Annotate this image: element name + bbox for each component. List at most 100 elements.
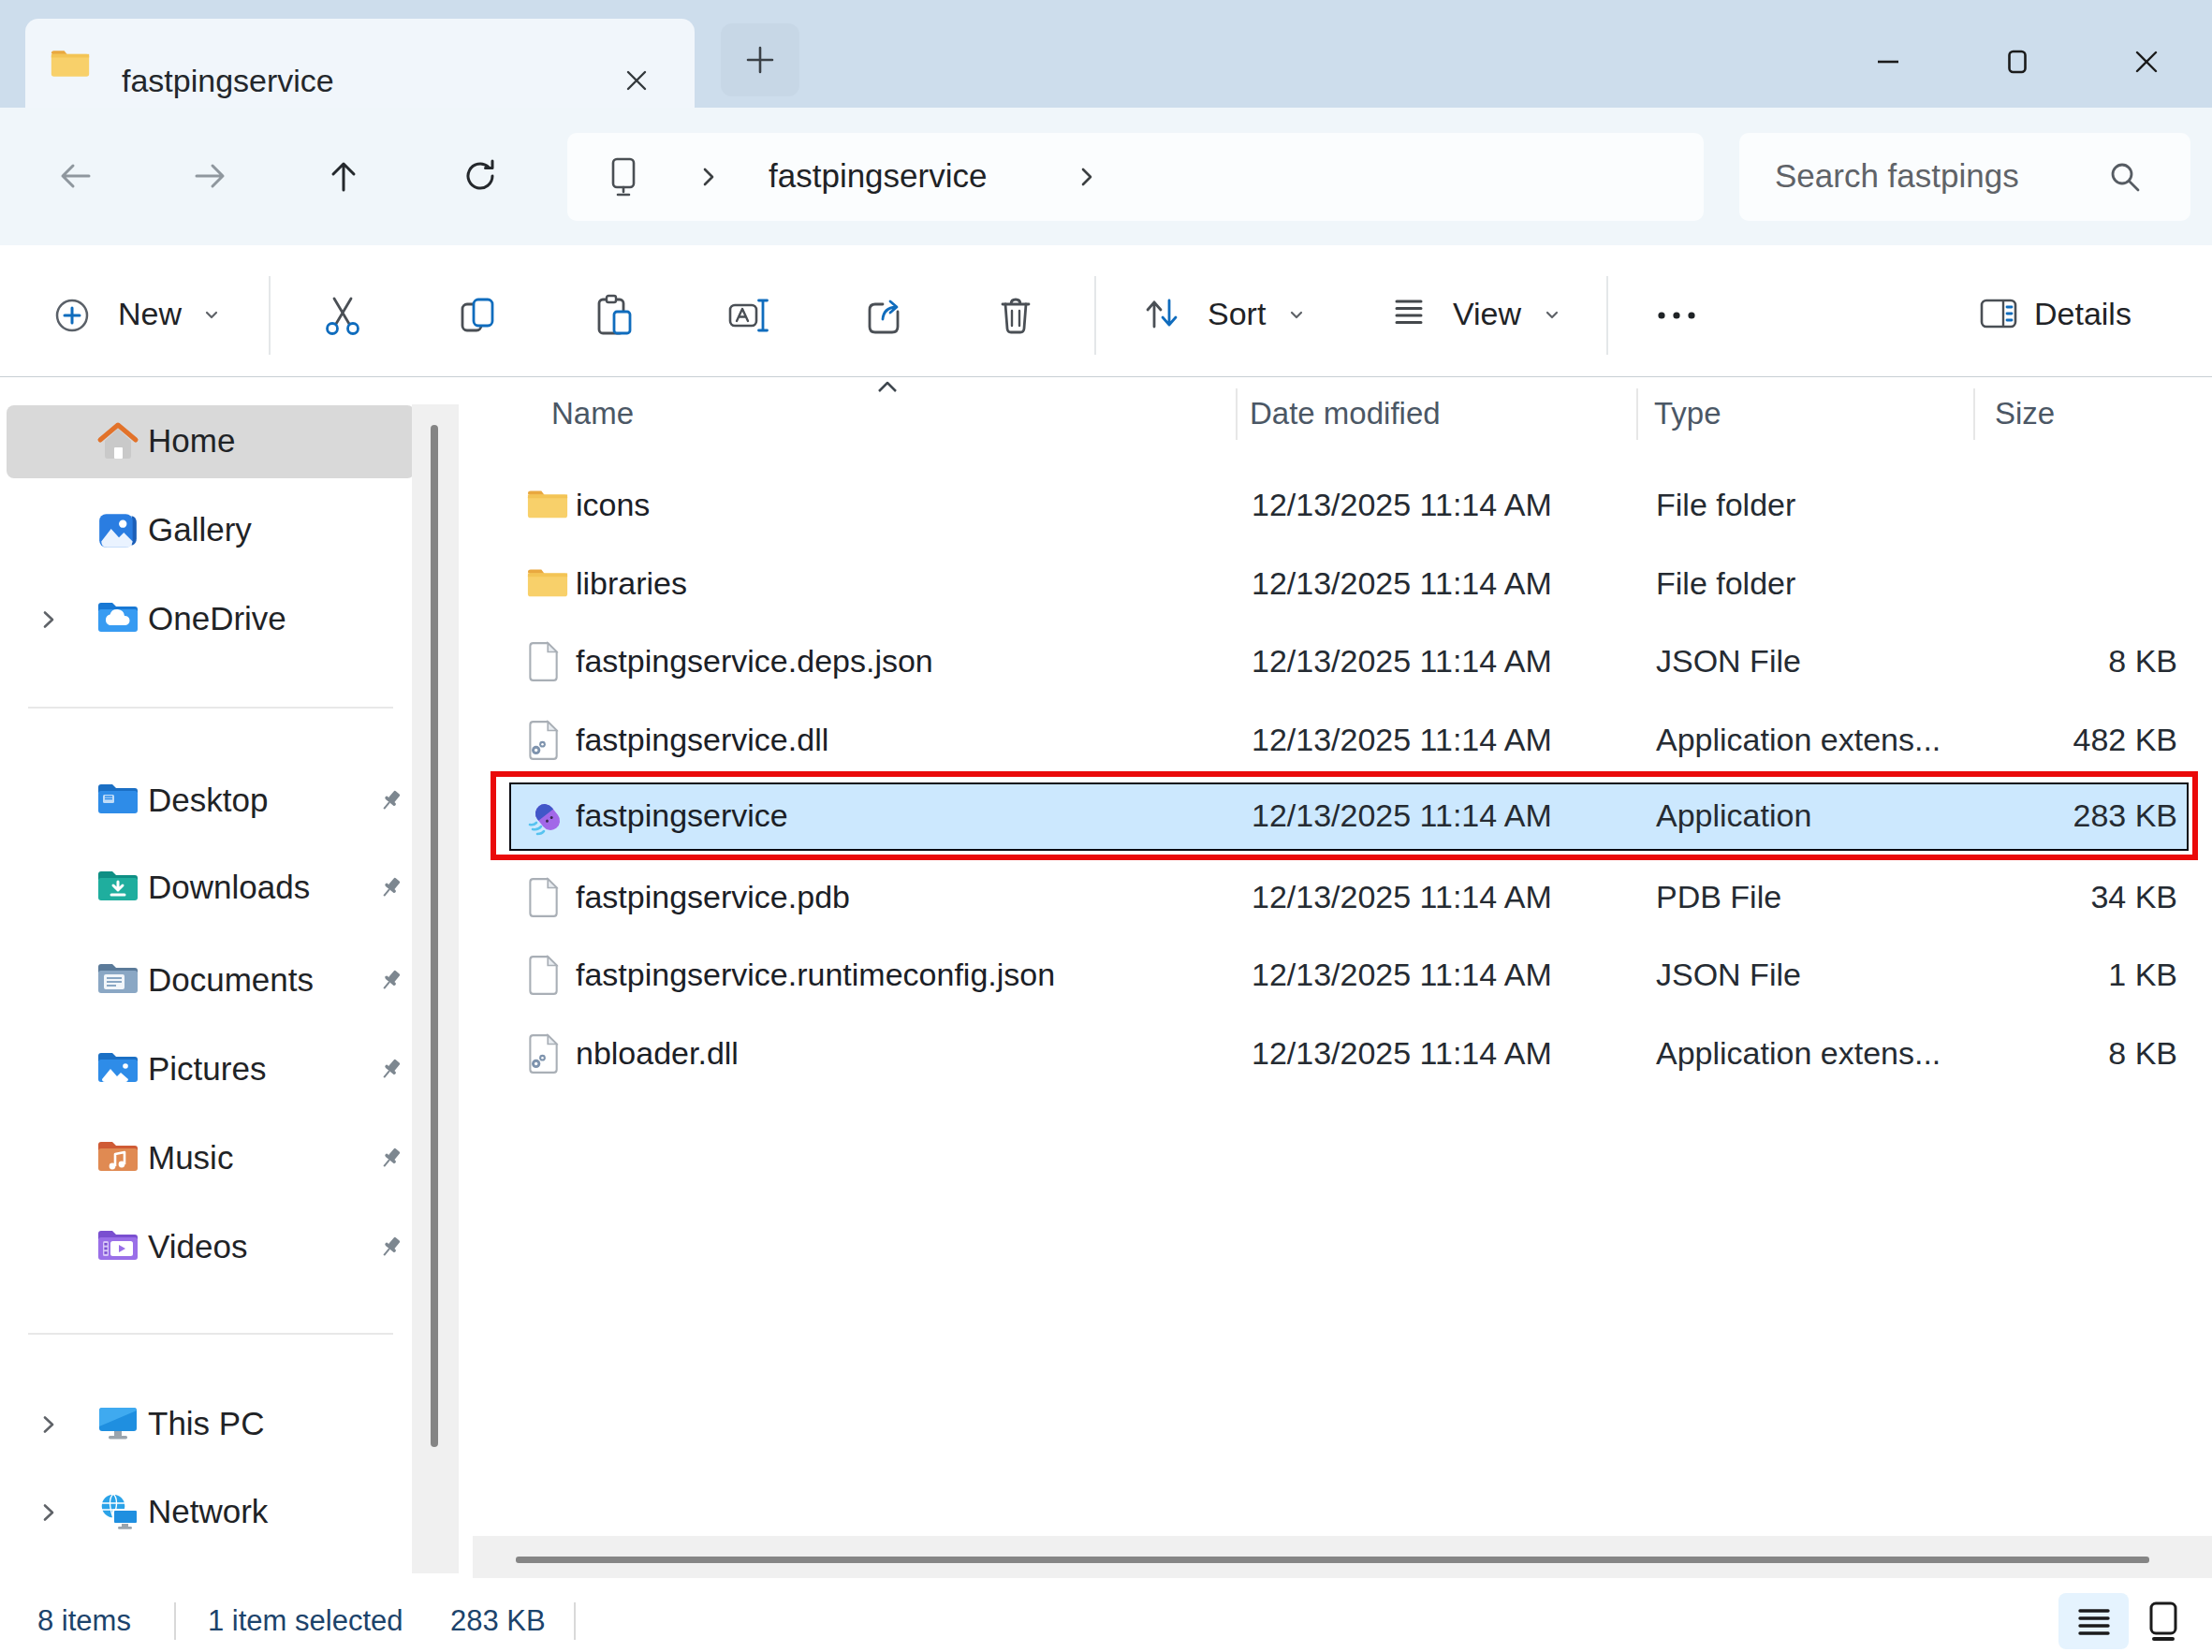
file-row-fastpingservice.runtimeconfig.json[interactable]: fastpingservice.runtimeconfig.json12/13/… <box>509 942 2189 1010</box>
file-row-libraries[interactable]: libraries12/13/2025 11:14 AMFile folder <box>509 550 2189 619</box>
cut-icon[interactable] <box>320 293 365 338</box>
sidebar: Home Gallery OneDrive Desktop Downloads Docum… <box>0 377 468 1591</box>
more-options-icon[interactable] <box>1648 293 1705 338</box>
address-bar[interactable]: fastpingservice <box>567 133 1704 221</box>
breadcrumb-chevron-icon[interactable] <box>698 164 719 194</box>
column-header-name[interactable]: Name <box>551 396 634 431</box>
column-header-type[interactable]: Type <box>1654 396 1721 431</box>
file-date: 12/13/2025 11:14 AM <box>1252 1035 1552 1072</box>
this-pc-icon[interactable] <box>602 155 645 202</box>
pin-icon <box>376 1056 404 1084</box>
sidebar-item-label: Downloads <box>148 869 310 906</box>
thispc-icon <box>96 1403 139 1446</box>
back-icon[interactable] <box>53 154 96 197</box>
status-bar: 8 items 1 item selected 283 KB <box>0 1591 2212 1652</box>
new-button[interactable]: New <box>118 296 182 332</box>
file-name: icons <box>576 487 650 523</box>
sidebar-item-gallery[interactable]: Gallery <box>7 494 415 567</box>
file-date: 12/13/2025 11:14 AM <box>1252 879 1552 915</box>
file-list: Name Date modified Type Size icons12/13/… <box>468 377 2212 1591</box>
file-row-icons[interactable]: icons12/13/2025 11:14 AMFile folder <box>509 472 2189 540</box>
sidebar-item-desktop[interactable]: Desktop <box>7 765 415 838</box>
sort-button[interactable]: Sort <box>1208 296 1266 332</box>
close-button[interactable] <box>2104 34 2189 90</box>
file-type: PDB File <box>1656 879 1781 915</box>
file-date: 12/13/2025 11:14 AM <box>1252 722 1552 758</box>
new-chevron-icon[interactable] <box>203 307 220 328</box>
file-type: JSON File <box>1656 957 1801 993</box>
file-row-fastpingservice.pdb[interactable]: fastpingservice.pdb12/13/2025 11:14 AMPD… <box>509 864 2189 932</box>
file-size: 1 KB <box>2108 957 2177 993</box>
new-icon[interactable] <box>51 295 93 336</box>
rename-icon[interactable] <box>726 293 771 338</box>
tab-close-icon[interactable] <box>614 58 659 103</box>
search-icon[interactable] <box>2106 158 2144 199</box>
file-row-fastpingservice.dll[interactable]: fastpingservice.dll12/13/2025 11:14 AMAp… <box>509 707 2189 775</box>
sidebar-item-network[interactable]: Network <box>7 1476 415 1549</box>
maximize-button[interactable] <box>1975 34 2059 90</box>
column-header-size[interactable]: Size <box>1995 396 2055 431</box>
file-icon <box>526 955 569 998</box>
view-chevron-icon[interactable] <box>1544 307 1560 328</box>
column-header-date[interactable]: Date modified <box>1250 396 1441 431</box>
file-size: 482 KB <box>2073 722 2177 758</box>
file-row-fastpingservice.deps.json[interactable]: fastpingservice.deps.json12/13/2025 11:1… <box>509 628 2189 696</box>
minimize-button[interactable] <box>1846 34 1930 90</box>
breadcrumb-folder[interactable]: fastpingservice <box>769 157 987 195</box>
icons-view-toggle[interactable] <box>2142 1597 2185 1645</box>
folder-icon <box>526 485 569 528</box>
file-gear-icon <box>526 720 569 763</box>
forward-icon[interactable] <box>189 154 232 197</box>
view-button[interactable]: View <box>1453 296 1521 332</box>
explorer-tab[interactable]: fastpingservice <box>25 19 695 108</box>
refresh-icon[interactable] <box>459 154 502 197</box>
search-box[interactable]: Search fastpings <box>1739 133 2190 221</box>
breadcrumb-chevron2-icon[interactable] <box>1077 164 1097 194</box>
sidebar-scrollbar-thumb[interactable] <box>431 425 438 1447</box>
sort-ascending-icon[interactable] <box>875 378 900 400</box>
details-icon[interactable] <box>1978 293 2019 338</box>
sidebar-item-music[interactable]: Music <box>7 1122 415 1195</box>
sidebar-item-pictures[interactable]: Pictures <box>7 1033 415 1106</box>
command-toolbar: New Sort View Details <box>0 245 2212 378</box>
file-name: nbloader.dll <box>576 1035 739 1072</box>
horizontal-scrollbar-thumb[interactable] <box>516 1557 2149 1563</box>
network-icon <box>96 1491 139 1534</box>
copy-icon[interactable] <box>456 293 501 338</box>
new-tab-button[interactable] <box>721 23 799 96</box>
expand-chevron-icon[interactable] <box>37 608 60 631</box>
sort-icon[interactable] <box>1140 293 1181 338</box>
share-icon[interactable] <box>862 293 907 338</box>
details-button[interactable]: Details <box>2034 296 2131 332</box>
sidebar-item-videos[interactable]: Videos <box>7 1211 415 1284</box>
sidebar-item-label: Home <box>148 422 235 460</box>
file-date: 12/13/2025 11:14 AM <box>1252 957 1552 993</box>
details-view-toggle[interactable] <box>2058 1593 2129 1649</box>
pin-icon <box>376 874 404 902</box>
selection-highlight-box <box>491 771 2198 860</box>
sidebar-item-home[interactable]: Home <box>7 405 415 478</box>
sidebar-item-label: Gallery <box>148 511 252 548</box>
music-icon <box>96 1137 139 1180</box>
sidebar-item-label: Pictures <box>148 1050 266 1088</box>
up-icon[interactable] <box>322 154 365 197</box>
documents-icon <box>96 959 139 1002</box>
sidebar-divider <box>28 707 393 709</box>
search-placeholder: Search fastpings <box>1775 157 2019 195</box>
expand-chevron-icon[interactable] <box>37 1413 60 1436</box>
view-icon[interactable] <box>1390 293 1428 338</box>
sort-chevron-icon[interactable] <box>1288 307 1305 328</box>
sidebar-item-label: This PC <box>148 1405 264 1442</box>
sidebar-item-downloads[interactable]: Downloads <box>7 852 415 925</box>
sidebar-item-label: Documents <box>148 961 314 999</box>
file-row-nbloader.dll[interactable]: nbloader.dll12/13/2025 11:14 AMApplicati… <box>509 1020 2189 1089</box>
sidebar-item-onedrive[interactable]: OneDrive <box>7 583 415 656</box>
onedrive-icon <box>96 598 139 641</box>
sidebar-item-documents[interactable]: Documents <box>7 944 415 1017</box>
sidebar-item-this-pc[interactable]: This PC <box>7 1388 415 1461</box>
file-icon <box>526 877 569 920</box>
delete-icon[interactable] <box>993 293 1038 338</box>
paste-icon[interactable] <box>593 293 637 338</box>
expand-chevron-icon[interactable] <box>37 1501 60 1524</box>
file-icon <box>526 641 569 684</box>
